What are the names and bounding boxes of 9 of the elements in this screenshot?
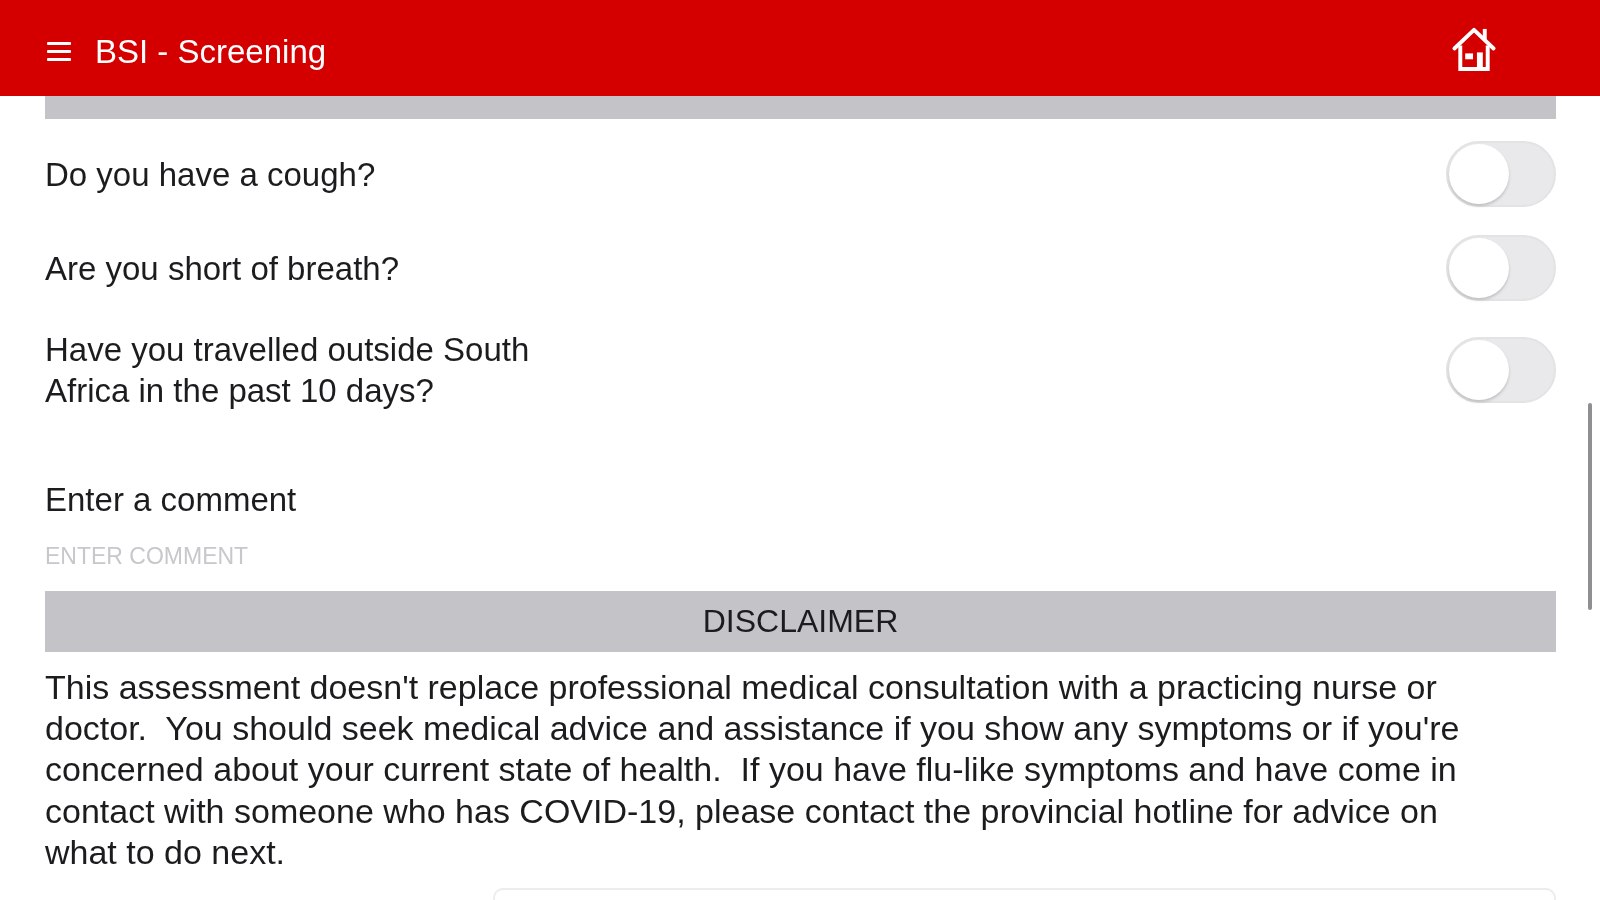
question-label: Do you have a cough?: [45, 154, 376, 195]
disclaimer-heading: DISCLAIMER: [45, 591, 1556, 652]
comment-input[interactable]: ENTER COMMENT: [45, 538, 1556, 574]
disclaimer-text: This assessment doesn't replace professional medical consultation with a practicing nurse or doctor. You should seek medical advice and assistance if you show any symptoms or if you're concerned about your current state of health. If you have flu-like symptoms and have come in contact with someone who has COVID-19, please contact the provincial hotline for advice on what to do next.: [45, 667, 1461, 873]
comment-label: Enter a comment: [45, 480, 297, 520]
screen-title: BSI - Screening: [95, 33, 327, 71]
question-label: Are you short of breath?: [45, 248, 400, 289]
question-label: Have you travelled outside South Africa in the past 10 days?: [45, 330, 531, 411]
menu-icon[interactable]: [47, 41, 71, 61]
